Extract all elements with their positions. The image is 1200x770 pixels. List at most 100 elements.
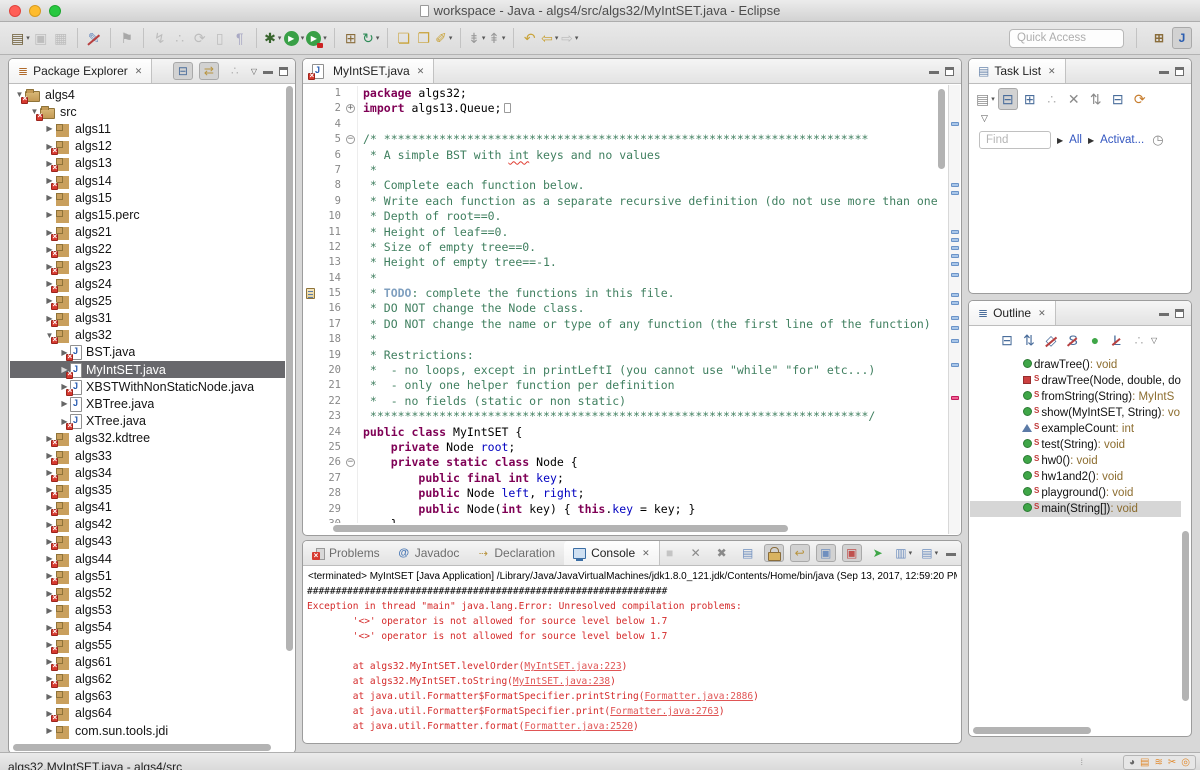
maximize-view-icon[interactable] xyxy=(279,67,288,76)
editor-vscrollbar[interactable] xyxy=(938,89,945,169)
fold-expand-icon[interactable]: + xyxy=(346,104,355,113)
open-resource-icon[interactable]: ❐ xyxy=(414,27,434,49)
clear-console-icon[interactable]: ▤ xyxy=(738,544,758,562)
outline-item-playground-[interactable]: Splayground() : void xyxy=(970,485,1181,501)
quick-access-input[interactable] xyxy=(1009,29,1124,48)
hide-non-public-icon[interactable]: ● xyxy=(1085,329,1105,351)
minimize-view-icon[interactable] xyxy=(1159,313,1169,316)
previous-annotation-icon[interactable]: ⇟▾ xyxy=(467,27,487,49)
view-menu-dots-icon[interactable]: ∴ xyxy=(225,62,245,80)
close-icon[interactable]: ✕ xyxy=(417,66,425,77)
expand-arrow-icon[interactable]: ▶ xyxy=(44,692,55,701)
tree-item-algs22[interactable]: ▶algs22 xyxy=(10,241,285,258)
tree-item-algs62[interactable]: ▶algs62 xyxy=(10,670,285,687)
fold-column[interactable] xyxy=(344,409,358,424)
toggle-mark-occurrences-icon[interactable]: ✎ xyxy=(84,27,104,49)
scroll-lock-icon[interactable] xyxy=(764,544,784,562)
tree-item-algs64[interactable]: ▶algs64 xyxy=(10,705,285,722)
task-list-tab[interactable]: ▤ Task List ✕ xyxy=(969,59,1066,83)
show-on-stderr-icon[interactable]: ▣ xyxy=(842,544,862,562)
info-marker[interactable] xyxy=(951,254,959,258)
expand-arrow-icon[interactable]: ▶ xyxy=(59,399,70,408)
console-tab-console[interactable]: Console✕ xyxy=(564,541,660,565)
editor-overview-ruler[interactable] xyxy=(948,85,960,534)
expand-arrow-icon[interactable]: ▶ xyxy=(44,210,55,219)
tree-item-algs4[interactable]: ▼algs4 xyxy=(10,86,285,103)
mylyn-cut-icon[interactable]: ✂ xyxy=(1168,758,1176,768)
editor-tab[interactable]: MyIntSET.java ✕ xyxy=(303,59,434,83)
fold-column[interactable] xyxy=(344,332,358,347)
fold-column[interactable] xyxy=(344,471,358,486)
outline-item-drawTree-[interactable]: drawTree() : void xyxy=(970,357,1181,373)
close-icon[interactable]: ✕ xyxy=(135,66,143,77)
refresh-icon[interactable]: ⟳ xyxy=(190,27,210,49)
tree-item-com.sun.tools.jdi[interactable]: ▶com.sun.tools.jdi xyxy=(10,722,285,739)
info-marker[interactable] xyxy=(951,293,959,297)
stacktrace-link[interactable]: MyIntSET.java:223 xyxy=(524,661,621,672)
fold-column[interactable] xyxy=(344,86,358,101)
fold-column[interactable] xyxy=(344,394,358,409)
outline-hscrollbar[interactable] xyxy=(973,727,1091,734)
tree-item-algs15.perc[interactable]: ▶algs15.perc xyxy=(10,206,285,223)
fold-column[interactable] xyxy=(344,271,358,286)
fold-column[interactable] xyxy=(344,440,358,455)
clock-icon[interactable]: ◷ xyxy=(1152,132,1163,148)
fold-column[interactable] xyxy=(344,209,358,224)
java-perspective-icon[interactable]: J xyxy=(1172,27,1192,49)
info-marker[interactable] xyxy=(951,230,959,234)
folded-region-icon[interactable] xyxy=(504,103,511,113)
tree-item-algs53[interactable]: ▶algs53 xyxy=(10,602,285,619)
fold-column[interactable] xyxy=(344,255,358,270)
console-output[interactable]: <terminated> MyIntSET [Java Application]… xyxy=(307,567,957,741)
outline-vscrollbar[interactable] xyxy=(1182,531,1189,701)
collapse-all-icon[interactable]: ⊟ xyxy=(1108,88,1128,110)
back-icon[interactable]: ⇦▾ xyxy=(540,27,560,49)
fold-column[interactable]: − xyxy=(344,455,358,470)
tree-item-XBSTWithNonStaticNode.java[interactable]: ▶XBSTWithNonStaticNode.java xyxy=(10,378,285,395)
view-menu-icon[interactable]: ▽ xyxy=(251,67,257,76)
tree-item-algs11[interactable]: ▶algs11 xyxy=(10,120,285,137)
pin-console-icon[interactable]: ➤ xyxy=(868,544,888,562)
info-marker[interactable] xyxy=(951,339,959,343)
tree-item-algs55[interactable]: ▶algs55 xyxy=(10,636,285,653)
code-editor-area[interactable]: 1package algs32;2+import algs13.Queue;45… xyxy=(305,86,939,523)
remove-launch-icon[interactable]: ✕ xyxy=(686,544,706,562)
junit-icon[interactable]: ⊞ xyxy=(341,27,361,49)
show-on-stdout-icon[interactable]: ▣ xyxy=(816,544,836,562)
tree-item-algs31[interactable]: ▶algs31 xyxy=(10,309,285,326)
activate-task-link[interactable]: Activat... xyxy=(1100,134,1144,146)
last-edit-location-icon[interactable]: ↶ xyxy=(520,27,540,49)
tree-item-algs44[interactable]: ▶algs44 xyxy=(10,550,285,567)
tree-item-algs42[interactable]: ▶algs42 xyxy=(10,516,285,533)
run-last-tool-icon[interactable]: ∴ xyxy=(170,27,190,49)
package-explorer-vscrollbar[interactable] xyxy=(286,86,293,651)
info-marker[interactable] xyxy=(951,273,959,277)
expand-arrow-icon[interactable]: ▶ xyxy=(44,193,55,202)
maximize-view-icon[interactable] xyxy=(1175,309,1184,318)
fold-column[interactable] xyxy=(344,502,358,517)
hide-fields-icon[interactable]: ◇ xyxy=(1041,329,1061,351)
tree-item-algs33[interactable]: ▶algs33 xyxy=(10,447,285,464)
word-wrap-icon[interactable]: ↩ xyxy=(790,544,810,562)
synchronize-icon[interactable]: ⟳ xyxy=(1130,88,1150,110)
tree-item-algs13[interactable]: ▶algs13 xyxy=(10,155,285,172)
close-icon[interactable]: ✕ xyxy=(642,548,650,559)
minimize-view-icon[interactable] xyxy=(263,71,273,74)
console-tab-javadoc[interactable]: @Javadoc xyxy=(389,541,469,565)
console-tab-declaration[interactable]: ⇢Declaration xyxy=(468,541,564,565)
expand-arrow-icon[interactable]: ▶ xyxy=(44,726,55,735)
stacktrace-link[interactable]: Formatter.java:2520 xyxy=(524,721,633,732)
info-marker[interactable] xyxy=(951,246,959,250)
fold-column[interactable] xyxy=(344,286,358,301)
stacktrace-link[interactable]: Formatter.java:2763 xyxy=(610,706,719,717)
minimize-view-icon[interactable] xyxy=(929,71,939,74)
info-marker[interactable] xyxy=(951,122,959,126)
hide-local-types-icon[interactable]: L xyxy=(1107,329,1127,351)
link-with-editor-icon[interactable]: ⇄ xyxy=(199,62,219,80)
next-annotation-icon[interactable]: ⇞▾ xyxy=(487,27,507,49)
tree-item-XTree.java[interactable]: ▶XTree.java xyxy=(10,413,285,430)
show-whitespace-icon[interactable]: ¶ xyxy=(230,27,250,49)
fold-column[interactable] xyxy=(344,517,358,523)
new-wizard-icon[interactable]: ▤▾ xyxy=(10,27,31,49)
fold-column[interactable]: + xyxy=(344,101,358,116)
